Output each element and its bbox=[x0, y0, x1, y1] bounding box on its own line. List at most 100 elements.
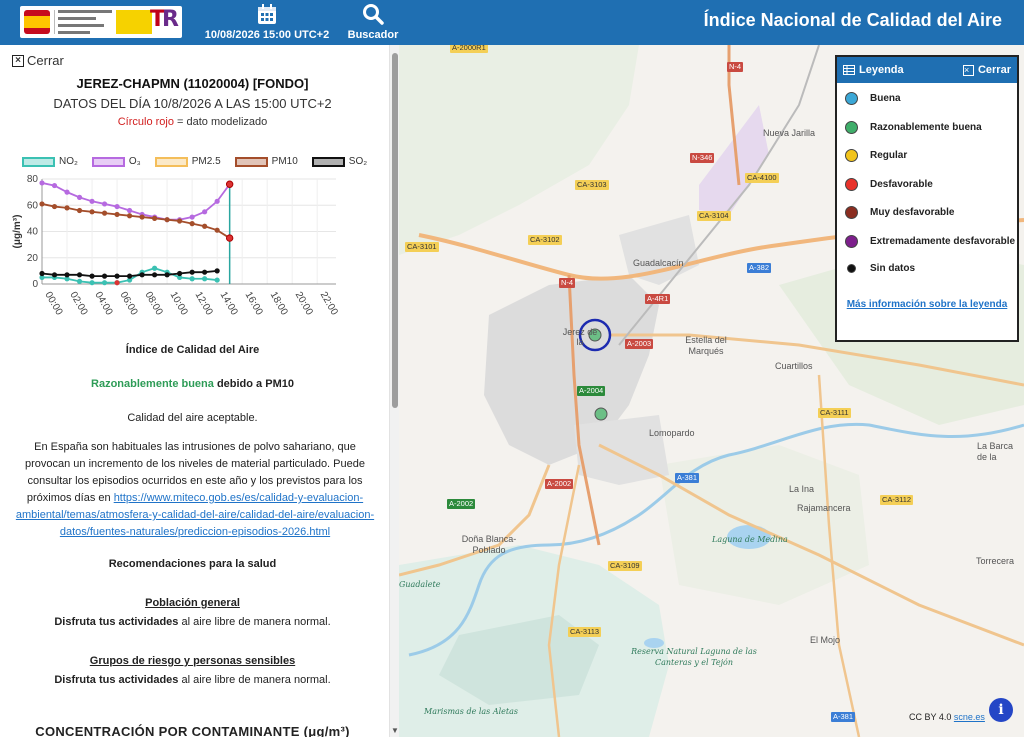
place-label: Torrecera bbox=[976, 556, 1015, 566]
road-badge: CA-3102 bbox=[528, 235, 562, 245]
data-date-line: DATOS DEL DÍA 10/8/2026 A LAS 15:00 UTC+… bbox=[53, 96, 332, 111]
place-label: La Barca de la Florida bbox=[977, 441, 1014, 462]
close-icon: × bbox=[12, 54, 24, 67]
eu-funds-logo bbox=[116, 10, 152, 34]
road-badge: CA-3103 bbox=[575, 180, 609, 190]
y-tick-label: 60 bbox=[27, 200, 39, 211]
data-point bbox=[225, 234, 234, 242]
natural-label: Laguna de Medina bbox=[712, 535, 788, 544]
search-label: Buscador bbox=[347, 29, 399, 41]
road-badge: N-346 bbox=[690, 153, 715, 163]
legend-info-link[interactable]: Más información sobre la leyenda bbox=[837, 299, 1017, 310]
x-tick-label: 14:00 bbox=[218, 290, 240, 318]
legend-label: NO₂ bbox=[59, 156, 78, 167]
legend-title-text: Leyenda bbox=[859, 64, 904, 76]
coat-of-arms-icon bbox=[24, 10, 50, 34]
attribution-link[interactable]: scne.es bbox=[954, 712, 985, 722]
data-point bbox=[214, 268, 220, 274]
chart-legend-item[interactable]: PM2.5 bbox=[154, 156, 221, 167]
risk-advice-bold: Disfruta tus actividades bbox=[54, 674, 179, 686]
chart-legend-item[interactable]: NO₂ bbox=[22, 156, 78, 167]
station-panel: × Cerrar JEREZ-CHAPMN (11020004) [FONDO]… bbox=[0, 45, 399, 737]
chart-legend-item[interactable]: PM10 bbox=[234, 156, 298, 167]
road-badge: A-2002 bbox=[545, 479, 574, 489]
data-point bbox=[64, 189, 70, 195]
transition-logo: TR bbox=[150, 7, 179, 32]
data-point bbox=[76, 278, 83, 284]
health-recommendations-heading: Recomendaciones para la salud bbox=[108, 558, 277, 570]
data-point bbox=[214, 198, 220, 204]
info-icon[interactable]: i bbox=[989, 698, 1013, 722]
data-point bbox=[76, 207, 83, 214]
data-point bbox=[126, 207, 133, 214]
data-point bbox=[39, 201, 45, 207]
legend-item: Buena bbox=[845, 92, 901, 105]
data-point bbox=[139, 272, 145, 278]
place-label: El Mojo bbox=[810, 635, 841, 645]
legend-close-button[interactable]: × Cerrar bbox=[962, 64, 1011, 76]
road-badge: CA-3113 bbox=[568, 627, 602, 637]
chart-legend-item[interactable]: O₃ bbox=[91, 156, 141, 167]
data-point bbox=[177, 218, 183, 224]
road-badge: N-4 bbox=[559, 278, 576, 288]
data-point bbox=[89, 198, 95, 204]
legend-dot-icon bbox=[845, 92, 858, 105]
scroll-down-icon[interactable]: ▼ bbox=[391, 726, 399, 735]
x-tick-label: 18:00 bbox=[268, 290, 290, 318]
place-label: Doña Blanca-Poblado bbox=[461, 534, 517, 555]
x-tick-label: 16:00 bbox=[243, 290, 265, 318]
date-label: 10/08/2026 15:00 UTC+2 bbox=[204, 29, 330, 41]
place-label: Nueva Jarilla bbox=[763, 128, 816, 138]
legend-item-label: Regular bbox=[870, 150, 908, 161]
index-heading: Índice de Calidad del Aire bbox=[125, 344, 260, 356]
legend-item: Desfavorable bbox=[845, 177, 933, 191]
place-label: Rajamancera bbox=[797, 503, 851, 513]
risk-groups-heading: Grupos de riesgo y personas sensibles bbox=[0, 655, 385, 667]
road-badge: CA-3101 bbox=[405, 242, 439, 252]
y-tick-label: 0 bbox=[32, 279, 38, 290]
panel-scrollbar[interactable]: ▼ bbox=[389, 45, 399, 737]
data-point bbox=[89, 280, 95, 286]
general-population-advice: Disfruta tus actividades al aire libre d… bbox=[0, 616, 385, 628]
data-point bbox=[214, 227, 220, 233]
index-value: Razonablemente buena bbox=[91, 378, 214, 390]
chart-legend-item[interactable]: SO₂ bbox=[311, 156, 367, 167]
data-point bbox=[139, 214, 145, 220]
road-badge: A-2003 bbox=[625, 339, 654, 349]
data-point bbox=[225, 180, 234, 188]
natural-label: Marismas de las Aletas bbox=[424, 707, 518, 716]
natural-label: Guadalete bbox=[399, 580, 441, 589]
series-line bbox=[41, 182, 231, 221]
scrollbar-thumb[interactable] bbox=[392, 53, 398, 408]
road-badge: A-381 bbox=[675, 473, 700, 483]
close-panel-button[interactable]: × Cerrar bbox=[12, 53, 64, 68]
map-attribution: CC BY 4.0 scne.es bbox=[909, 712, 985, 722]
top-header: TR 10/08/2026 15:00 UTC+2 Buscador Índic… bbox=[0, 0, 1024, 45]
legend-swatch bbox=[154, 156, 188, 167]
search-button[interactable]: Buscador bbox=[347, 3, 399, 41]
legend-dot-icon bbox=[845, 177, 858, 191]
general-advice-bold: Disfruta tus actividades bbox=[54, 616, 179, 628]
data-point bbox=[89, 209, 95, 215]
modeled-rest: = dato modelizado bbox=[173, 116, 268, 128]
license-label: CC BY 4.0 bbox=[909, 712, 952, 722]
data-point bbox=[51, 182, 58, 189]
modeled-red-label: Círculo rojo bbox=[117, 116, 174, 128]
table-icon bbox=[843, 65, 855, 75]
road-badge: CA-3109 bbox=[608, 561, 642, 571]
x-tick-label: 20:00 bbox=[293, 290, 315, 318]
x-tick-label: 22:00 bbox=[318, 290, 340, 318]
road-badge: CA-3104 bbox=[697, 211, 731, 221]
place-label: Cuartillos bbox=[775, 361, 813, 371]
road-badge: CA-4100 bbox=[745, 173, 779, 183]
saharan-dust-paragraph: En España son habituales las intrusiones… bbox=[12, 439, 378, 541]
y-tick-label: 40 bbox=[27, 227, 39, 238]
data-point bbox=[51, 203, 58, 210]
data-point bbox=[151, 215, 158, 221]
date-selector-button[interactable]: 10/08/2026 15:00 UTC+2 bbox=[204, 3, 330, 41]
data-point bbox=[189, 269, 195, 275]
x-tick-label: 00:00 bbox=[42, 290, 64, 318]
legend-item: Regular bbox=[845, 149, 907, 162]
legend-item: Razonablemente buena bbox=[845, 120, 982, 134]
index-suffix: debido a PM10 bbox=[213, 378, 294, 390]
